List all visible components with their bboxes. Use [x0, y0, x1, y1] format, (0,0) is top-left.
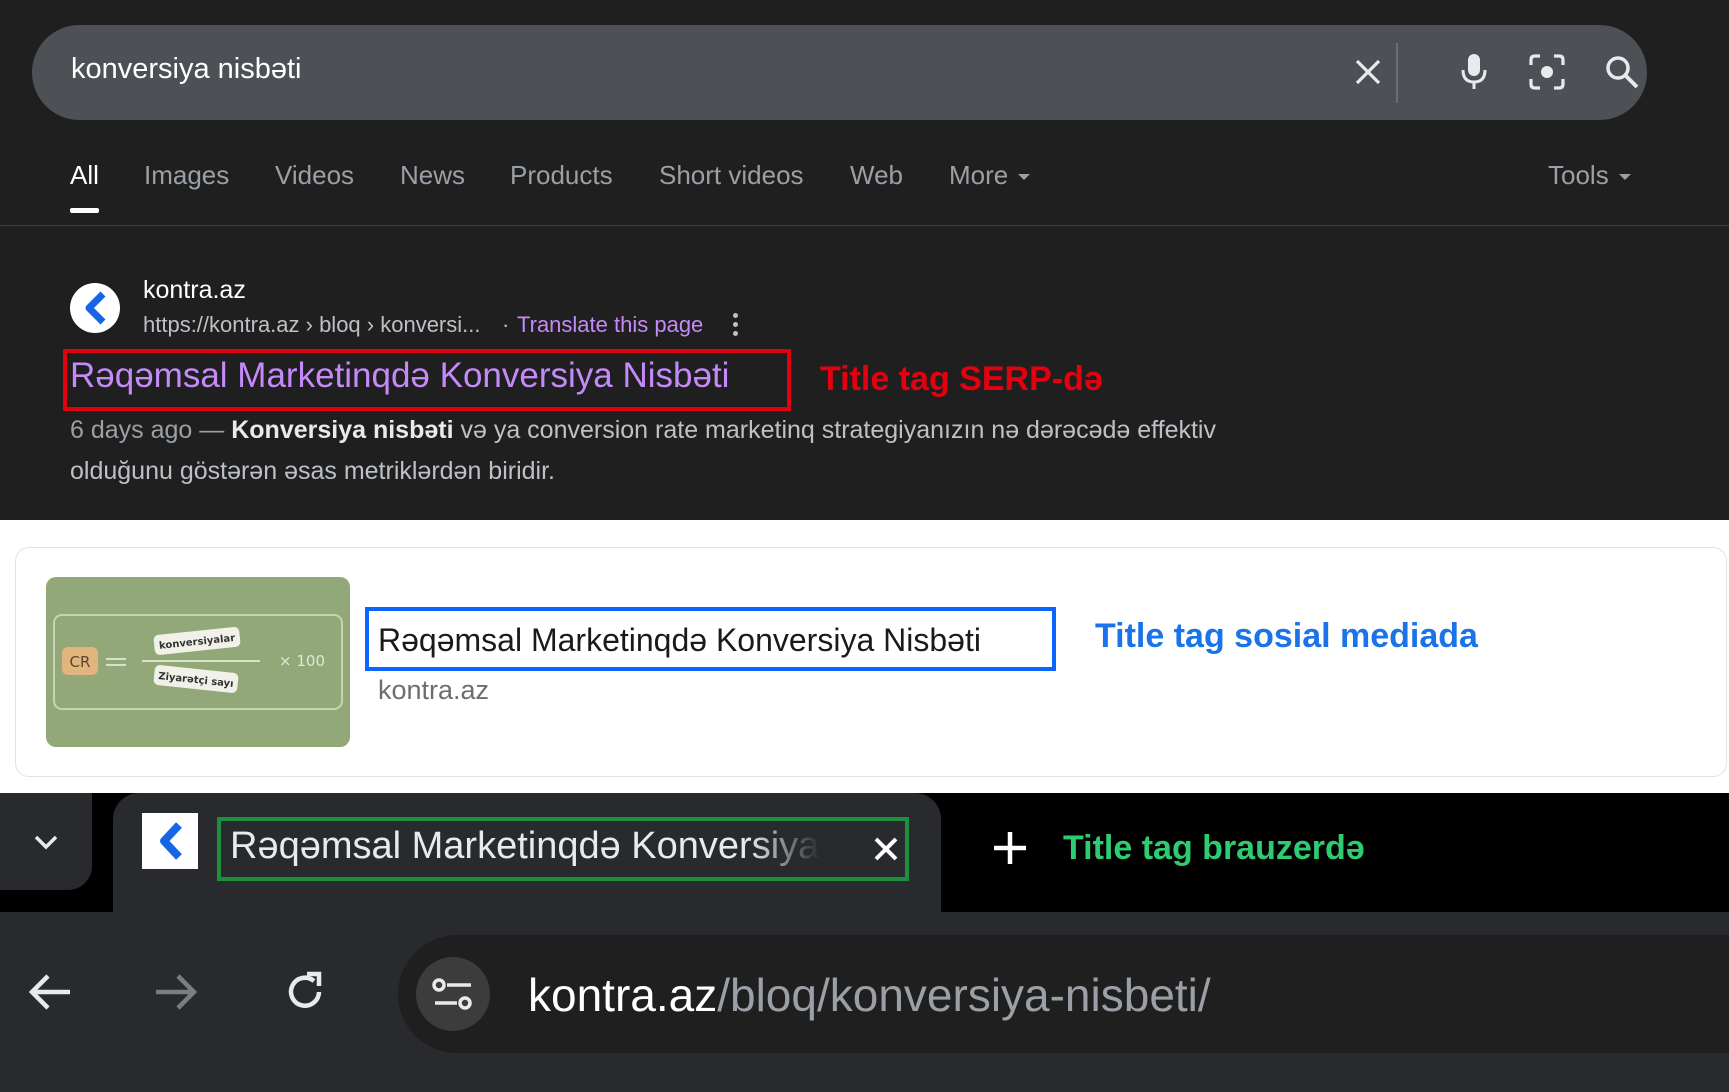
search-input[interactable]: konversiya nisbəti — [71, 53, 302, 86]
google-serp: konversiya nisbəti All Images Videos New… — [0, 0, 1729, 520]
microphone-icon[interactable] — [1449, 47, 1499, 97]
kontra-favicon-icon[interactable] — [70, 283, 120, 333]
forward-arrow-icon[interactable] — [146, 962, 206, 1022]
tools-label: Tools — [1548, 160, 1609, 190]
annotation-social: Title tag sosial mediada — [1095, 617, 1478, 655]
back-arrow-icon[interactable] — [20, 962, 80, 1022]
result-title-link[interactable]: Rəqəmsal Marketinqdə Konversiya Nisbəti — [70, 356, 729, 396]
url-path: /bloq/konversiya-nisbeti/ — [717, 969, 1211, 1021]
result-snippet: 6 days ago — Konversiya nisbəti və ya co… — [70, 410, 1320, 492]
preview-title[interactable]: Rəqəmsal Marketinqdə Konversiya Nisbəti — [378, 622, 981, 659]
more-options-icon[interactable] — [730, 313, 740, 339]
tab-more[interactable]: More — [949, 160, 1031, 191]
search-bar[interactable]: konversiya nisbəti — [32, 25, 1647, 120]
tab-news[interactable]: News — [400, 160, 465, 191]
translate-link[interactable]: Translate this page — [517, 312, 703, 338]
lens-camera-icon[interactable] — [1522, 47, 1572, 97]
chevron-down-icon — [34, 835, 58, 849]
chevron-down-icon — [1618, 174, 1631, 181]
browser-chrome: Rəqəmsal Marketinqdə Konversiya Nisbəti … — [0, 793, 1729, 1092]
result-breadcrumb-url[interactable]: https://kontra.az › bloq › konversi... — [143, 312, 480, 338]
result-date: 6 days ago — — [70, 416, 225, 444]
chevron-down-icon — [1018, 174, 1031, 181]
url-separator: · — [502, 312, 510, 337]
tab-web[interactable]: Web — [850, 160, 903, 191]
url-text[interactable]: kontra.az/bloq/konversiya-nisbeti/ — [528, 968, 1211, 1022]
tools-button[interactable]: Tools — [1548, 160, 1631, 191]
preview-thumbnail: CR konversiyalar Ziyarətçi sayı × 100 — [46, 577, 350, 747]
social-link-preview[interactable]: CR konversiyalar Ziyarətçi sayı × 100 Rə… — [15, 547, 1727, 777]
url-host: kontra.az — [528, 969, 718, 1021]
annotation-serp: Title tag SERP-də — [820, 360, 1103, 398]
snippet-bold: Konversiya nisbəti — [231, 416, 454, 444]
close-tab-icon[interactable] — [866, 829, 905, 869]
tab-title-highlight: Rəqəmsal Marketinqdə Konversiya Nisbəti — [217, 817, 909, 881]
reload-icon[interactable] — [275, 962, 335, 1022]
tab-title: Rəqəmsal Marketinqdə Konversiya Nisbəti — [230, 825, 820, 867]
tab-more-label: More — [949, 160, 1009, 190]
thumb-cr-label: CR — [70, 653, 91, 671]
thumb-multiplier: × 100 — [279, 652, 325, 670]
site-settings-icon[interactable] — [416, 957, 490, 1031]
active-tab-indicator — [70, 208, 99, 213]
new-tab-icon[interactable] — [985, 823, 1035, 873]
result-site-name[interactable]: kontra.az — [143, 276, 246, 305]
tab-all[interactable]: All — [70, 160, 99, 191]
tab-videos[interactable]: Videos — [275, 160, 354, 191]
address-bar[interactable]: kontra.az/bloq/konversiya-nisbeti/ — [398, 935, 1729, 1053]
tab-short-videos[interactable]: Short videos — [659, 160, 804, 191]
tab-products[interactable]: Products — [510, 160, 613, 191]
preview-domain: kontra.az — [378, 675, 490, 705]
search-tabs: All Images Videos News Products Short vi… — [0, 150, 1729, 226]
annotation-browser: Title tag brauzerdə — [1063, 829, 1365, 867]
search-divider — [1396, 43, 1398, 103]
clear-icon[interactable] — [1343, 47, 1393, 97]
tab-images[interactable]: Images — [144, 160, 229, 191]
tab-search-button[interactable] — [0, 793, 92, 890]
browser-toolbar: kontra.az/bloq/konversiya-nisbeti/ — [0, 912, 1729, 1092]
search-icon[interactable] — [1597, 47, 1647, 97]
tab-favicon-icon — [142, 813, 198, 869]
